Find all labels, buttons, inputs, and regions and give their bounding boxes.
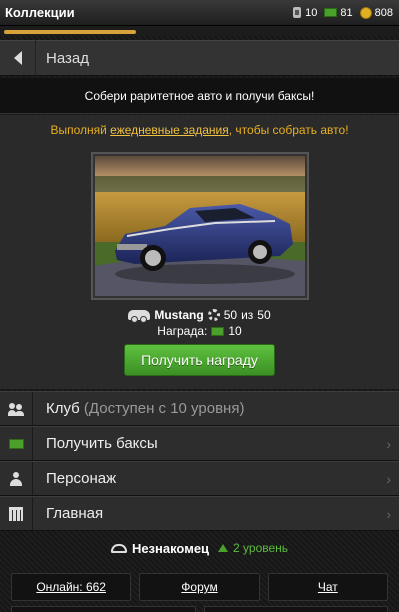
reward-label: Награда: <box>157 324 208 338</box>
club-label: Клуб <box>46 400 80 417</box>
menu-item-label: Получить баксы <box>46 435 158 452</box>
reward-row: Награда: 10 <box>0 323 399 339</box>
task-hint-after: , чтобы собрать авто! <box>228 123 349 137</box>
reward-value: 10 <box>228 324 242 338</box>
progress-bar <box>0 26 399 36</box>
forum-link[interactable]: Форум <box>139 573 260 601</box>
top-bar: Коллекции 10 81 808 <box>0 0 399 26</box>
parts-total: 50 <box>257 308 271 322</box>
gold-count: 808 <box>374 6 393 19</box>
money-count: 81 <box>340 6 353 19</box>
collection-panel: Выполняй ежедневные задания, чтобы собра… <box>0 115 399 389</box>
level-up-icon <box>218 544 229 552</box>
menu-item-home[interactable]: Главная › <box>0 496 399 531</box>
menu-item-character[interactable]: Персонаж › <box>0 461 399 496</box>
footer-edge-right <box>203 606 388 612</box>
chevron-right-icon: › <box>386 505 391 522</box>
chat-link[interactable]: Чат <box>267 573 388 601</box>
menu-item-label: Клуб (Доступен с 10 уровня) <box>33 400 399 417</box>
menu-item-club[interactable]: Клуб (Доступен с 10 уровня) <box>0 391 399 426</box>
money-icon <box>211 326 225 336</box>
get-reward-button[interactable]: Получить награду <box>124 344 275 376</box>
energy-icon <box>293 7 302 18</box>
calendar-icon <box>9 506 23 521</box>
menu-icon-box <box>0 462 33 495</box>
task-hint-before: Выполняй <box>50 123 111 137</box>
gear-icon <box>207 309 220 321</box>
back-arrow-icon <box>13 51 22 65</box>
people-icon <box>8 402 24 416</box>
page-title: Коллекции <box>5 5 75 20</box>
gold-coin-icon <box>359 6 372 19</box>
resource-stats: 10 81 808 <box>293 6 393 19</box>
user-status[interactable]: Незнакомец 2 уровень <box>0 533 399 563</box>
money-icon <box>324 8 338 17</box>
user-level: 2 уровень <box>233 541 289 555</box>
club-note: (Доступен с 10 уровня) <box>83 400 245 417</box>
progress-fill <box>4 30 136 34</box>
menu-item-label: Персонаж <box>46 470 117 487</box>
menu-icon-box <box>0 392 33 425</box>
car-info: Mustang 50 из 50 Награда: 10 <box>0 307 399 339</box>
online-link[interactable]: Онлайн: 662 <box>11 573 132 601</box>
car-image <box>95 156 305 296</box>
back-label: Назад <box>46 49 89 67</box>
chevron-right-icon: › <box>386 470 391 487</box>
menu-item-get-money[interactable]: Получить баксы › <box>0 426 399 461</box>
task-hint: Выполняй ежедневные задания, чтобы собра… <box>0 123 399 137</box>
energy-count: 10 <box>305 6 318 19</box>
user-name: Незнакомец <box>131 540 210 556</box>
car-progress-row: Mustang 50 из 50 <box>0 307 399 323</box>
car-name: Mustang <box>154 308 204 322</box>
footer-edge <box>0 606 399 612</box>
menu-icon-box <box>0 427 33 460</box>
footer-edge-left <box>11 606 196 612</box>
person-icon <box>9 471 23 486</box>
car-icon <box>128 310 151 323</box>
main-menu: Клуб (Доступен с 10 уровня) Получить бак… <box>0 391 399 531</box>
menu-icon-box <box>0 497 33 530</box>
money-icon <box>8 438 24 449</box>
parts-current: 50 <box>223 308 238 322</box>
chevron-right-icon: › <box>386 435 391 452</box>
collection-headline: Собери раритетное авто и получи баксы! <box>0 78 399 114</box>
menu-item-label: Главная <box>46 505 104 522</box>
back-arrow-box <box>0 40 36 76</box>
hat-icon <box>110 543 127 553</box>
mustang-illustration <box>95 156 305 296</box>
car-image-frame <box>91 152 309 300</box>
back-button[interactable]: Назад <box>0 40 399 76</box>
parts-separator: из <box>241 308 254 322</box>
daily-tasks-link[interactable]: ежедневные задания <box>110 123 229 137</box>
footer-links: Онлайн: 662 Форум Чат <box>0 573 399 603</box>
